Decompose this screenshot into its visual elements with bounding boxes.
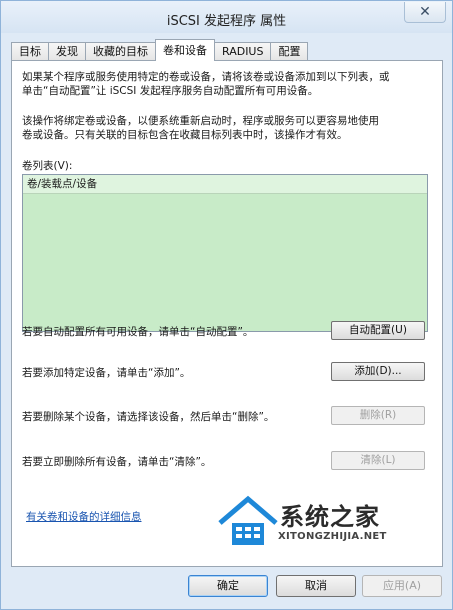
auto-configure-button[interactable]: 自动配置(U) [331, 321, 425, 340]
volume-list-column-header[interactable]: 卷/装载点/设备 [23, 175, 427, 194]
remove-device-text: 若要删除某个设备，请选择该设备，然后单击“删除”。 [22, 411, 275, 423]
intro-line-2: 单击“自动配置”让 iSCSI 发起程序服务自动配置所有可用设备。 [22, 85, 319, 97]
tab-configuration[interactable]: 配置 [270, 42, 309, 61]
close-button[interactable]: ✕ [404, 2, 446, 23]
add-device-button[interactable]: 添加(D)... [331, 362, 425, 381]
properties-window: iSCSI 发起程序 属性 ✕ 目标 发现 收藏的目标 卷和设备 RADIUS … [0, 0, 453, 610]
binding-description: 该操作将绑定卷或设备，以便系统重新启动时，程序或服务可以更容易地使用 卷或设备。… [22, 114, 422, 142]
clear-devices-button[interactable]: 清除(L) [331, 451, 425, 470]
volume-list-label: 卷列表(V): [22, 160, 73, 172]
house-logo-icon [218, 495, 278, 545]
binding-line-1: 该操作将绑定卷或设备，以便系统重新启动时，程序或服务可以更容易地使用 [22, 115, 379, 127]
tab-discovery[interactable]: 发现 [48, 42, 86, 61]
close-icon: ✕ [419, 4, 431, 20]
intro-text: 如果某个程序或服务使用特定的卷或设备，请将该卷或设备添加到以下列表，或 单击“自… [22, 70, 422, 98]
tab-radius[interactable]: RADIUS [214, 42, 272, 61]
title-bar: iSCSI 发起程序 属性 ✕ [1, 1, 452, 33]
intro-line-1: 如果某个程序或服务使用特定的卷或设备，请将该卷或设备添加到以下列表，或 [22, 71, 390, 83]
tab-favorite-targets[interactable]: 收藏的目标 [85, 42, 156, 61]
clear-devices-text: 若要立即删除所有设备，请单击“清除”。 [22, 456, 212, 468]
watermark-title: 系统之家 [280, 502, 380, 531]
add-device-text: 若要添加特定设备，请单击“添加”。 [22, 367, 191, 379]
volumes-devices-panel: 如果某个程序或服务使用特定的卷或设备，请将该卷或设备添加到以下列表，或 单击“自… [11, 60, 443, 567]
remove-device-button[interactable]: 删除(R) [331, 406, 425, 425]
site-watermark: 系统之家 XITONGZHIJIA.NET [216, 493, 426, 555]
apply-button[interactable]: 应用(A) [362, 575, 442, 597]
volumes-info-link[interactable]: 有关卷和设备的详细信息 [26, 509, 142, 524]
ok-button[interactable]: 确定 [188, 575, 268, 597]
volume-list[interactable]: 卷/装载点/设备 [22, 174, 428, 332]
binding-line-2: 卷或设备。只有关联的目标包含在收藏目标列表中时，该操作才有效。 [22, 129, 348, 141]
tab-volumes-devices[interactable]: 卷和设备 [155, 39, 215, 61]
auto-configure-text: 若要自动配置所有可用设备，请单击“自动配置”。 [22, 326, 254, 338]
tab-targets[interactable]: 目标 [11, 42, 49, 61]
window-title: iSCSI 发起程序 属性 [166, 14, 287, 29]
tab-strip: 目标 发现 收藏的目标 卷和设备 RADIUS 配置 [11, 39, 309, 61]
watermark-url: XITONGZHIJIA.NET [278, 531, 387, 542]
cancel-button[interactable]: 取消 [276, 575, 356, 597]
